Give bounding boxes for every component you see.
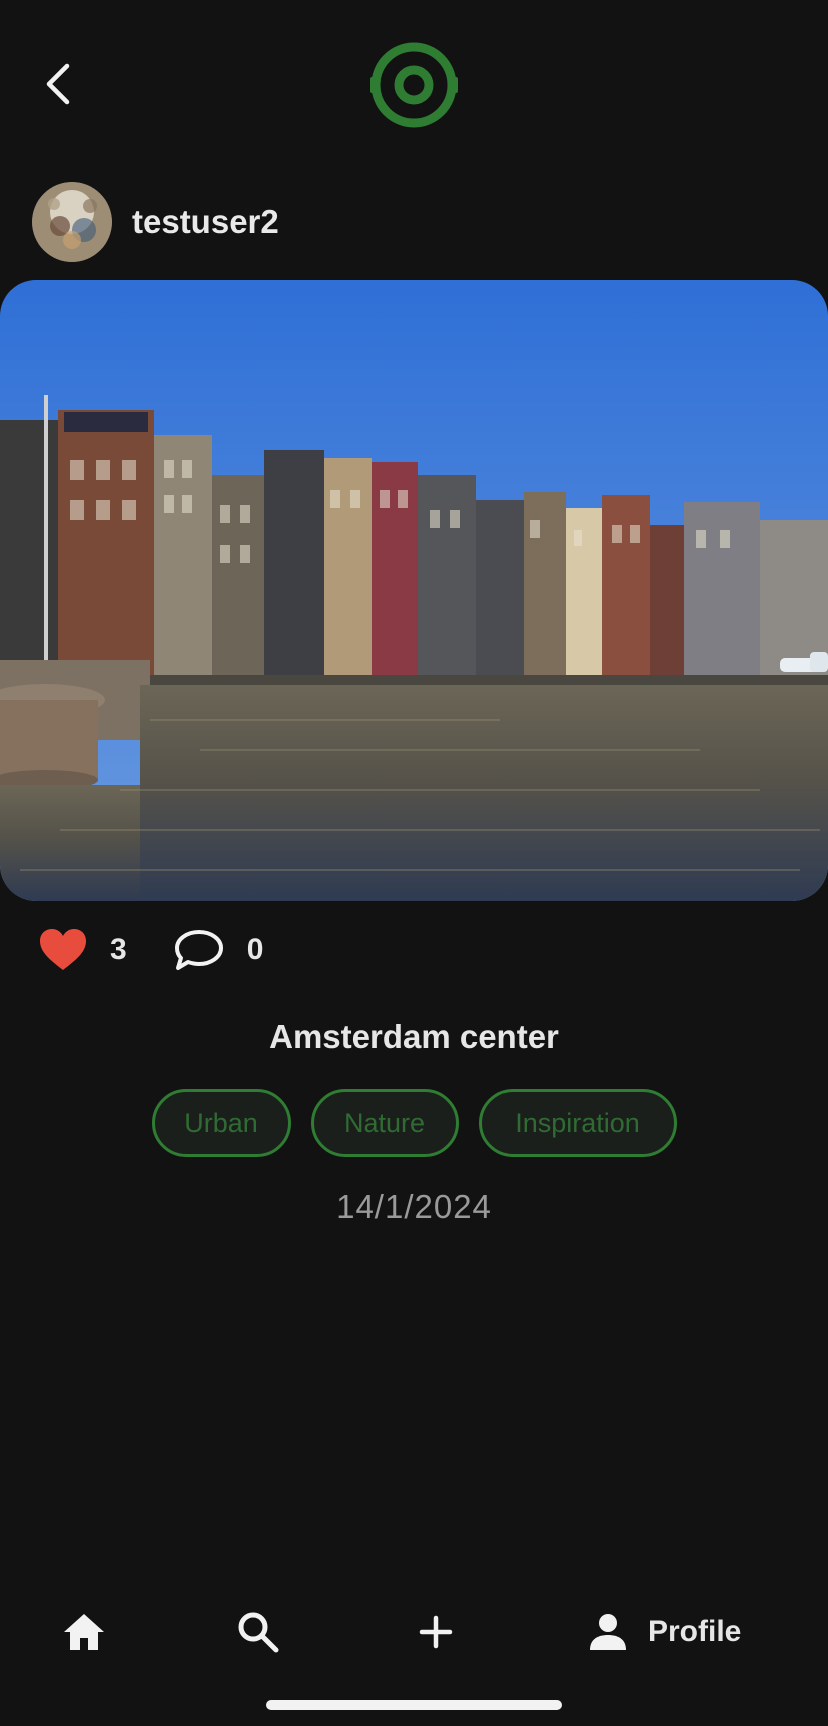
post-caption: Amsterdam center (269, 1018, 559, 1055)
post-date: 14/1/2024 (336, 1188, 492, 1225)
tag-chip[interactable]: Urban (151, 1089, 291, 1157)
post-author[interactable]: testuser2 (32, 182, 279, 262)
comment-count: 0 (246, 933, 264, 966)
target-logo-icon (366, 40, 462, 130)
like-count: 3 (110, 933, 127, 966)
tag-list: Urban Nature Inspiration (0, 1089, 828, 1157)
search-icon (238, 1612, 279, 1653)
plus-icon (419, 1615, 453, 1649)
comment-button[interactable]: 0 (173, 928, 264, 972)
post-photo[interactable] (0, 280, 828, 901)
like-button[interactable]: 3 (38, 928, 127, 972)
profile-icon (590, 1614, 626, 1650)
tag-chip[interactable]: Nature (310, 1089, 459, 1157)
nav-search[interactable] (236, 1600, 280, 1664)
post-actions: 3 0 (38, 922, 263, 978)
avatar[interactable] (32, 182, 112, 262)
heart-icon (40, 929, 86, 970)
comment-icon (174, 930, 223, 970)
tag-chip[interactable]: Inspiration (478, 1089, 677, 1157)
back-button[interactable] (34, 56, 82, 112)
nav-add[interactable] (414, 1600, 458, 1664)
nav-profile[interactable]: Profile (588, 1600, 741, 1664)
bottom-navigation: Profile (0, 1600, 828, 1664)
nav-profile-label: Profile (648, 1615, 742, 1648)
chevron-left-icon (46, 63, 70, 105)
author-username[interactable]: testuser2 (132, 203, 279, 241)
home-indicator (266, 1700, 562, 1710)
home-icon (64, 1614, 104, 1650)
nav-home[interactable] (62, 1600, 106, 1664)
